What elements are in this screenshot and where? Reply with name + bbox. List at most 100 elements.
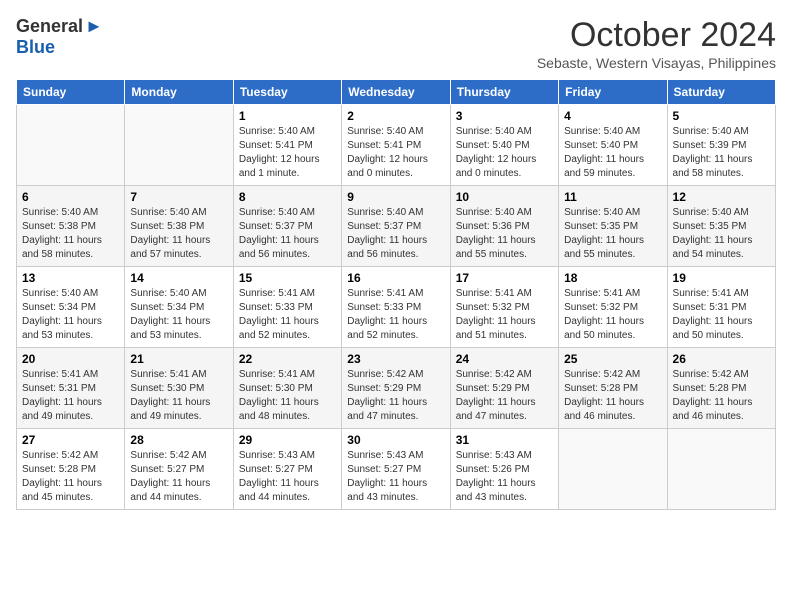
day-info-text: Sunset: 5:27 PM	[130, 463, 227, 477]
day-info-text: and 57 minutes.	[130, 248, 227, 262]
day-cell: 2Sunrise: 5:40 AMSunset: 5:41 PMDaylight…	[342, 105, 450, 186]
day-cell: 29Sunrise: 5:43 AMSunset: 5:27 PMDayligh…	[233, 429, 341, 510]
day-info-text: and 47 minutes.	[456, 410, 553, 424]
day-info-text: Sunset: 5:37 PM	[239, 220, 336, 234]
day-info-text: Sunrise: 5:40 AM	[673, 206, 770, 220]
day-info-text: and 46 minutes.	[673, 410, 770, 424]
day-info-text: Sunrise: 5:40 AM	[130, 287, 227, 301]
day-info-text: and 43 minutes.	[456, 491, 553, 505]
day-info-text: Daylight: 11 hours	[564, 396, 661, 410]
day-info-text: and 45 minutes.	[22, 491, 119, 505]
day-info-text: and 53 minutes.	[130, 329, 227, 343]
day-info-text: Daylight: 11 hours	[456, 315, 553, 329]
day-info-text: Daylight: 12 hours	[347, 153, 444, 167]
day-info-text: Sunset: 5:27 PM	[239, 463, 336, 477]
day-info-text: Sunrise: 5:41 AM	[239, 368, 336, 382]
day-cell: 3Sunrise: 5:40 AMSunset: 5:40 PMDaylight…	[450, 105, 558, 186]
day-info-text: and 54 minutes.	[673, 248, 770, 262]
header: General ► Blue October 2024 Sebaste, Wes…	[16, 16, 776, 71]
day-header-sunday: Sunday	[17, 80, 125, 105]
day-info-text: Sunset: 5:35 PM	[673, 220, 770, 234]
day-info-text: Sunset: 5:35 PM	[564, 220, 661, 234]
day-info-text: and 47 minutes.	[347, 410, 444, 424]
day-info-text: and 50 minutes.	[564, 329, 661, 343]
day-number: 3	[456, 109, 553, 123]
day-info-text: Sunset: 5:36 PM	[456, 220, 553, 234]
day-info-text: Sunrise: 5:40 AM	[130, 206, 227, 220]
day-header-monday: Monday	[125, 80, 233, 105]
day-cell: 27Sunrise: 5:42 AMSunset: 5:28 PMDayligh…	[17, 429, 125, 510]
day-number: 23	[347, 352, 444, 366]
month-year-title: October 2024	[537, 16, 776, 55]
day-number: 29	[239, 433, 336, 447]
day-info-text: Daylight: 11 hours	[130, 234, 227, 248]
day-info-text: Sunrise: 5:40 AM	[239, 206, 336, 220]
day-cell: 17Sunrise: 5:41 AMSunset: 5:32 PMDayligh…	[450, 267, 558, 348]
day-info-text: and 55 minutes.	[564, 248, 661, 262]
day-info-text: and 55 minutes.	[456, 248, 553, 262]
day-info-text: Sunrise: 5:43 AM	[239, 449, 336, 463]
day-cell: 22Sunrise: 5:41 AMSunset: 5:30 PMDayligh…	[233, 348, 341, 429]
day-number: 9	[347, 190, 444, 204]
day-info-text: Sunset: 5:40 PM	[456, 139, 553, 153]
day-info-text: Daylight: 11 hours	[564, 315, 661, 329]
day-info-text: and 1 minute.	[239, 167, 336, 181]
day-info-text: and 43 minutes.	[347, 491, 444, 505]
day-cell: 11Sunrise: 5:40 AMSunset: 5:35 PMDayligh…	[559, 186, 667, 267]
day-info-text: Sunrise: 5:40 AM	[456, 206, 553, 220]
day-cell: 10 Sunrise: 5:40 AMSunset: 5:36 PMDayligh…	[450, 186, 558, 267]
day-cell: 12 Sunrise: 5:40 AMSunset: 5:35 PMDayligh…	[667, 186, 775, 267]
day-info-text: Sunset: 5:28 PM	[673, 382, 770, 396]
day-cell: 14Sunrise: 5:40 AMSunset: 5:34 PMDayligh…	[125, 267, 233, 348]
day-cell: 16Sunrise: 5:41 AMSunset: 5:33 PMDayligh…	[342, 267, 450, 348]
day-info-text: and 52 minutes.	[347, 329, 444, 343]
day-number: 20	[22, 352, 119, 366]
day-number: 28	[130, 433, 227, 447]
day-info-text: Sunrise: 5:42 AM	[564, 368, 661, 382]
day-info-text: and 50 minutes.	[673, 329, 770, 343]
day-info-text: and 46 minutes.	[564, 410, 661, 424]
day-number: 31	[456, 433, 553, 447]
day-number: 1	[239, 109, 336, 123]
week-row-0: 1Sunrise: 5:40 AMSunset: 5:41 PMDaylight…	[17, 105, 776, 186]
day-info-text: Daylight: 12 hours	[239, 153, 336, 167]
day-info-text: Sunset: 5:26 PM	[456, 463, 553, 477]
day-number: 27	[22, 433, 119, 447]
day-info-text: Sunrise: 5:40 AM	[347, 125, 444, 139]
day-info-text: Sunset: 5:39 PM	[673, 139, 770, 153]
logo-arrow-icon: ►	[85, 16, 103, 37]
day-info-text: Sunrise: 5:41 AM	[239, 287, 336, 301]
day-cell	[17, 105, 125, 186]
day-info-text: Sunrise: 5:42 AM	[673, 368, 770, 382]
day-cell: 9Sunrise: 5:40 AMSunset: 5:37 PMDaylight…	[342, 186, 450, 267]
day-cell: 24Sunrise: 5:42 AMSunset: 5:29 PMDayligh…	[450, 348, 558, 429]
day-info-text: and 53 minutes.	[22, 329, 119, 343]
day-info-text: Sunrise: 5:43 AM	[347, 449, 444, 463]
day-info-text: Daylight: 11 hours	[456, 477, 553, 491]
day-info-text: Daylight: 11 hours	[22, 234, 119, 248]
day-info-text: Daylight: 11 hours	[564, 234, 661, 248]
day-info-text: and 49 minutes.	[130, 410, 227, 424]
day-number: 12	[673, 190, 770, 204]
day-number: 26	[673, 352, 770, 366]
day-cell: 4Sunrise: 5:40 AMSunset: 5:40 PMDaylight…	[559, 105, 667, 186]
day-info-text: Sunrise: 5:43 AM	[456, 449, 553, 463]
logo-blue-text: Blue	[16, 37, 55, 57]
day-info-text: Sunset: 5:31 PM	[22, 382, 119, 396]
day-cell: 31 Sunrise: 5:43 AMSunset: 5:26 PMDayligh…	[450, 429, 558, 510]
day-info-text: and 59 minutes.	[564, 167, 661, 181]
day-info-text: Sunset: 5:34 PM	[130, 301, 227, 315]
day-cell: 8Sunrise: 5:40 AMSunset: 5:37 PMDaylight…	[233, 186, 341, 267]
day-info-text: Sunset: 5:31 PM	[673, 301, 770, 315]
day-header-tuesday: Tuesday	[233, 80, 341, 105]
day-number: 8	[239, 190, 336, 204]
day-info-text: Sunset: 5:38 PM	[22, 220, 119, 234]
day-info-text: Sunset: 5:34 PM	[22, 301, 119, 315]
day-info-text: Daylight: 11 hours	[673, 234, 770, 248]
day-info-text: Sunrise: 5:41 AM	[456, 287, 553, 301]
day-info-text: Daylight: 11 hours	[239, 315, 336, 329]
calendar-table: SundayMondayTuesdayWednesdayThursdayFrid…	[16, 79, 776, 510]
day-number: 10	[456, 190, 553, 204]
day-info-text: Daylight: 11 hours	[456, 234, 553, 248]
day-number: 16	[347, 271, 444, 285]
